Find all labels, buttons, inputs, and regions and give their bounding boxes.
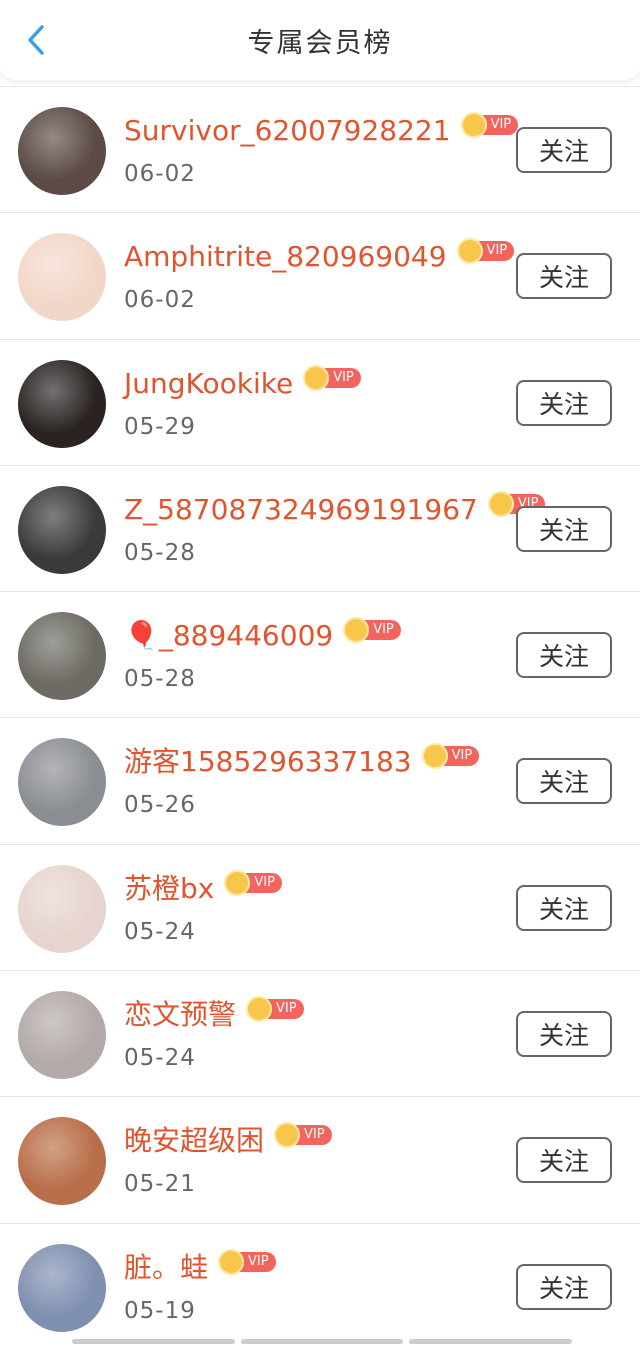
- member-date: 05-28: [124, 539, 196, 566]
- member-date: 06-02: [124, 161, 196, 187]
- name-line: Survivor_62007928221 VIP: [124, 111, 519, 151]
- member-name[interactable]: 恋文预警: [124, 995, 236, 1035]
- back-button[interactable]: [14, 18, 58, 62]
- page-title: 专属会员榜: [247, 27, 393, 59]
- member-name[interactable]: 脏。蛙: [124, 1248, 208, 1288]
- avatar[interactable]: [18, 612, 106, 701]
- name-line: 脏。蛙 VIP: [124, 1248, 276, 1288]
- crown-icon: [460, 112, 487, 138]
- name-line: Z_587087324969191967 VIP: [124, 490, 546, 530]
- member-row[interactable]: 晚安超级困 VIP 05-21 关注: [0, 1096, 640, 1222]
- vip-badge: VIP: [218, 1248, 276, 1275]
- crown-icon: [303, 364, 330, 391]
- member-row[interactable]: 脏。蛙 VIP 05-19 关注: [0, 1222, 640, 1349]
- name-line: Amphitrite_820969049 VIP: [124, 237, 515, 277]
- name-line: 恋文预警 VIP: [124, 995, 304, 1035]
- name-line: 🎈_889446009 VIP: [124, 616, 401, 656]
- scroll-indicator-segment: [72, 1339, 235, 1344]
- avatar[interactable]: [18, 233, 106, 322]
- member-name[interactable]: 苏橙bx: [124, 869, 214, 909]
- vip-badge: VIP: [303, 364, 361, 391]
- member-name[interactable]: Z_587087324969191967: [124, 490, 478, 530]
- member-row[interactable]: Amphitrite_820969049 VIP 06-02 关注: [0, 212, 640, 338]
- name-line: 苏橙bx VIP: [124, 869, 282, 909]
- crown-icon: [487, 490, 514, 517]
- scroll-indicator: [72, 1339, 573, 1344]
- avatar[interactable]: [18, 864, 106, 953]
- vip-badge: VIP: [456, 238, 515, 265]
- member-row[interactable]: 游客1585296337183 VIP 05-26 关注: [0, 717, 640, 843]
- crown-icon: [246, 996, 273, 1023]
- scroll-indicator-segment: [240, 1339, 404, 1344]
- member-date: 05-21: [124, 1171, 196, 1198]
- chevron-left-icon: [28, 25, 44, 55]
- member-date: 05-29: [124, 413, 196, 440]
- member-row[interactable]: 🎈_889446009 VIP 05-28 关注: [0, 591, 640, 717]
- avatar[interactable]: [18, 738, 106, 827]
- member-name[interactable]: JungKookike: [124, 364, 293, 404]
- member-name[interactable]: Amphitrite_820969049: [124, 237, 447, 277]
- follow-button[interactable]: 关注: [516, 127, 612, 173]
- member-row[interactable]: JungKookike VIP 05-29 关注: [0, 338, 640, 465]
- name-line: 晚安超级困 VIP: [124, 1121, 332, 1161]
- name-line: 游客1585296337183 VIP: [124, 742, 480, 782]
- follow-button[interactable]: 关注: [516, 505, 612, 552]
- follow-button[interactable]: 关注: [516, 1137, 612, 1184]
- follow-button[interactable]: 关注: [516, 1011, 612, 1058]
- vip-badge: VIP: [343, 617, 401, 644]
- member-name[interactable]: 游客1585296337183: [124, 742, 412, 782]
- member-name[interactable]: 晚安超级困: [124, 1121, 264, 1161]
- avatar[interactable]: [18, 1243, 106, 1332]
- member-date: 05-28: [124, 666, 196, 693]
- member-date: 06-02: [124, 287, 196, 314]
- vip-badge: VIP: [460, 112, 519, 138]
- scroll-indicator-segment: [409, 1339, 573, 1344]
- crown-icon: [421, 743, 448, 770]
- crown-icon: [456, 238, 483, 265]
- avatar[interactable]: [18, 107, 106, 195]
- member-row[interactable]: Survivor_62007928221 VIP 06-02 关注: [0, 86, 640, 212]
- member-name[interactable]: 🎈_889446009: [124, 616, 333, 656]
- vip-badge: VIP: [274, 1122, 332, 1149]
- avatar[interactable]: [18, 991, 106, 1080]
- member-row[interactable]: Z_587087324969191967 VIP 05-28 关注: [0, 464, 640, 591]
- member-list: Survivor_62007928221 VIP 06-02 关注 Amphit…: [0, 86, 640, 1349]
- vip-badge: VIP: [246, 996, 304, 1023]
- follow-button[interactable]: 关注: [516, 1263, 612, 1310]
- name-line: JungKookike VIP: [124, 364, 361, 404]
- avatar[interactable]: [18, 1117, 106, 1206]
- follow-button[interactable]: 关注: [516, 884, 612, 931]
- vip-badge: VIP: [421, 743, 480, 770]
- member-date: 05-24: [124, 918, 196, 945]
- member-date: 05-26: [124, 792, 196, 819]
- member-row[interactable]: 苏橙bx VIP 05-24 关注: [0, 843, 640, 970]
- follow-button[interactable]: 关注: [516, 758, 612, 805]
- member-name[interactable]: Survivor_62007928221: [124, 111, 451, 151]
- crown-icon: [224, 869, 251, 896]
- member-row[interactable]: 恋文预警 VIP 05-24 关注: [0, 970, 640, 1096]
- member-date: 05-19: [124, 1297, 196, 1324]
- vip-badge: VIP: [224, 869, 282, 896]
- member-date: 05-24: [124, 1045, 196, 1072]
- crown-icon: [218, 1248, 245, 1275]
- avatar[interactable]: [18, 359, 106, 448]
- avatar[interactable]: [18, 485, 106, 574]
- top-nav-bar: 专属会员榜: [0, 0, 640, 80]
- follow-button[interactable]: 关注: [516, 253, 612, 300]
- follow-button[interactable]: 关注: [516, 632, 612, 679]
- follow-button[interactable]: 关注: [516, 379, 612, 426]
